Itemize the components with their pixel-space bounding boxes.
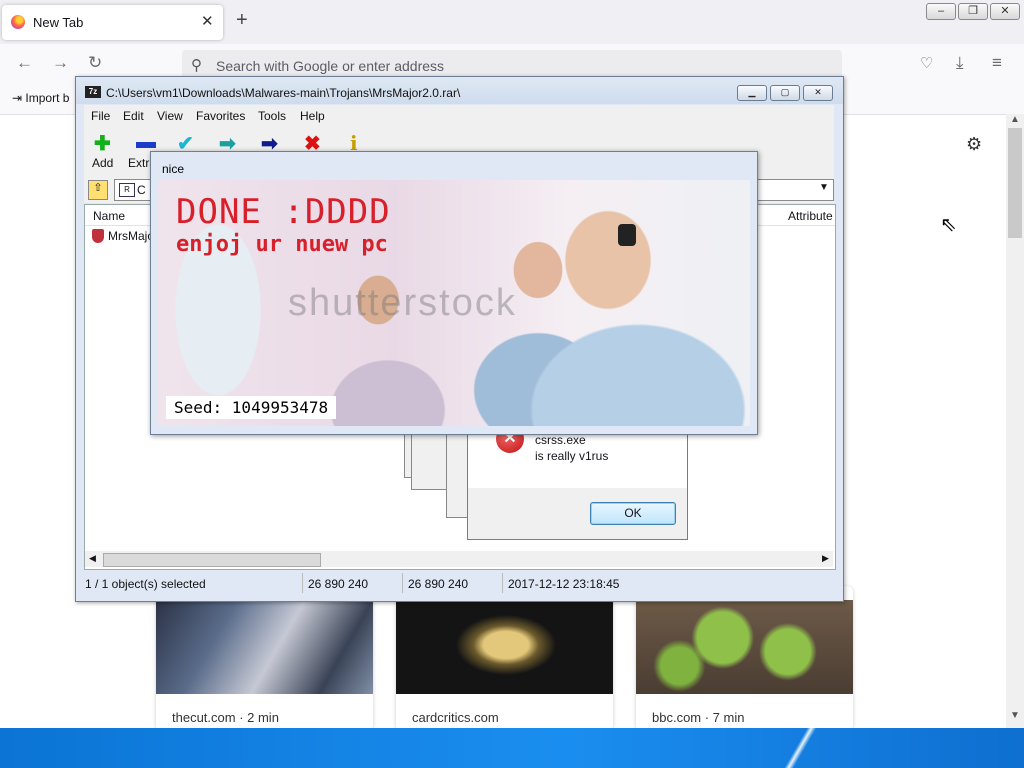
status-size: 26 890 240 xyxy=(308,577,369,591)
scroll-up-icon[interactable]: ▲ xyxy=(1010,114,1020,125)
headset-icon xyxy=(618,224,636,246)
downloads-icon[interactable]: ⤓ xyxy=(956,53,964,73)
7zip-menubar: File Edit View Favorites Tools Help xyxy=(84,105,834,125)
status-selected: 1 / 1 object(s) selected xyxy=(85,577,206,591)
nice-dialog: nice shutterstock DONE :DDDD enjoj ur nu… xyxy=(150,151,758,435)
url-input[interactable]: Search with Google or enter address xyxy=(216,58,444,74)
minimize-button[interactable]: – xyxy=(926,3,956,20)
7zip-titlebar: 7z C:\Users\vm1\Downloads\Malwares-main\… xyxy=(76,77,843,104)
horizontal-scrollbar[interactable]: ◀ ▶ xyxy=(85,551,833,567)
seed-label: Seed: 1049953478 xyxy=(166,396,337,419)
mouse-cursor-icon: ⇖ xyxy=(940,214,957,236)
topsite-card[interactable]: thecut.com · 2 min xyxy=(156,586,373,731)
browser-tab-strip: New Tab ✕ + – ❐ ✕ xyxy=(0,0,1024,44)
dialog-title: nice xyxy=(162,162,185,176)
topsite-card[interactable]: bbc.com · 7 min xyxy=(636,586,853,731)
forward-arrow-icon[interactable]: → xyxy=(52,53,69,73)
subline-text: enjoj ur nuew pc xyxy=(176,232,388,257)
error-message-line1: csrss.exe xyxy=(535,433,586,447)
headline-text: DONE :DDDD xyxy=(176,192,391,232)
topsite-label: thecut.com · 2 min xyxy=(172,710,279,725)
folder-up-icon[interactable]: ⇧ xyxy=(88,180,108,200)
menu-favorites[interactable]: Favorites xyxy=(196,109,245,123)
menu-tools[interactable]: Tools xyxy=(258,109,286,123)
shield-file-icon xyxy=(92,229,104,243)
scroll-right-icon[interactable]: ▶ xyxy=(822,553,829,564)
chevron-down-icon[interactable]: ▼ xyxy=(819,182,829,193)
firefox-icon xyxy=(11,15,25,29)
status-divider xyxy=(302,573,303,593)
prank-image: shutterstock DONE :DDDD enjoj ur nuew pc… xyxy=(158,180,750,426)
new-tab-button[interactable]: + xyxy=(236,9,248,32)
settings-gear-icon[interactable]: ⚙ xyxy=(966,134,982,155)
close-window-button[interactable]: ✕ xyxy=(990,3,1020,20)
7zip-statusbar: 1 / 1 object(s) selected 26 890 240 26 8… xyxy=(84,573,834,595)
reload-icon[interactable]: ↻ xyxy=(88,53,102,73)
scroll-left-icon[interactable]: ◀ xyxy=(89,553,96,564)
status-modified: 2017-12-12 23:18:45 xyxy=(508,577,620,591)
topsite-thumbnail xyxy=(636,600,853,694)
tab-new-tab[interactable]: New Tab ✕ xyxy=(2,5,223,40)
topsite-thumbnail xyxy=(396,600,613,694)
menu-edit[interactable]: Edit xyxy=(123,109,144,123)
pocket-icon[interactable]: ♡ xyxy=(920,54,933,72)
menu-view[interactable]: View xyxy=(157,109,183,123)
search-icon: ⚲ xyxy=(191,57,202,74)
7zip-minimize-button[interactable]: ▁ xyxy=(737,85,767,101)
menu-file[interactable]: File xyxy=(91,109,110,123)
restore-button[interactable]: ❐ xyxy=(958,3,988,20)
dialog-footer: OK xyxy=(468,488,687,539)
virus-error-dialog: ✕ csrss.exe is really v1rus OK xyxy=(467,420,688,540)
tab-title: New Tab xyxy=(33,15,84,30)
topsite-label: cardcritics.com xyxy=(412,710,499,725)
add-icon[interactable]: ✚ xyxy=(94,131,111,156)
tab-close-icon[interactable]: ✕ xyxy=(201,12,214,30)
topsite-label: bbc.com · 7 min xyxy=(652,710,745,725)
taskbar xyxy=(0,728,1024,768)
status-packed: 26 890 240 xyxy=(408,577,469,591)
page-scrollbar[interactable]: ▲ ▼ xyxy=(1006,114,1024,728)
7zip-app-icon: 7z xyxy=(85,86,101,98)
archive-icon: R xyxy=(119,183,135,197)
status-divider xyxy=(502,573,503,593)
back-arrow-icon[interactable]: ← xyxy=(16,53,33,73)
7zip-path-text: C xyxy=(137,183,146,197)
menu-icon[interactable]: ≡ xyxy=(992,53,1002,73)
menu-help[interactable]: Help xyxy=(300,109,325,123)
topsite-thumbnail xyxy=(156,600,373,694)
scrollbar-thumb[interactable] xyxy=(1008,128,1022,238)
file-name: MrsMajo xyxy=(108,229,155,243)
watermark-text: shutterstock xyxy=(288,282,517,324)
topsite-card[interactable]: cardcritics.com xyxy=(396,586,613,731)
7zip-title: C:\Users\vm1\Downloads\Malwares-main\Tro… xyxy=(106,86,461,100)
taskbar-light-streak xyxy=(770,728,830,768)
add-button-label[interactable]: Add xyxy=(92,156,113,170)
scroll-down-icon[interactable]: ▼ xyxy=(1010,710,1020,721)
import-bookmarks-label: Import b xyxy=(25,91,70,105)
7zip-maximize-button[interactable]: ▢ xyxy=(770,85,800,101)
import-bookmarks-link[interactable]: ⇥ Import b xyxy=(12,91,69,105)
7zip-close-button[interactable]: ✕ xyxy=(803,85,833,101)
error-message-line2: is really v1rus xyxy=(535,449,609,463)
ok-button[interactable]: OK xyxy=(590,502,676,525)
horizontal-scrollbar-thumb[interactable] xyxy=(103,553,321,567)
status-divider xyxy=(402,573,403,593)
